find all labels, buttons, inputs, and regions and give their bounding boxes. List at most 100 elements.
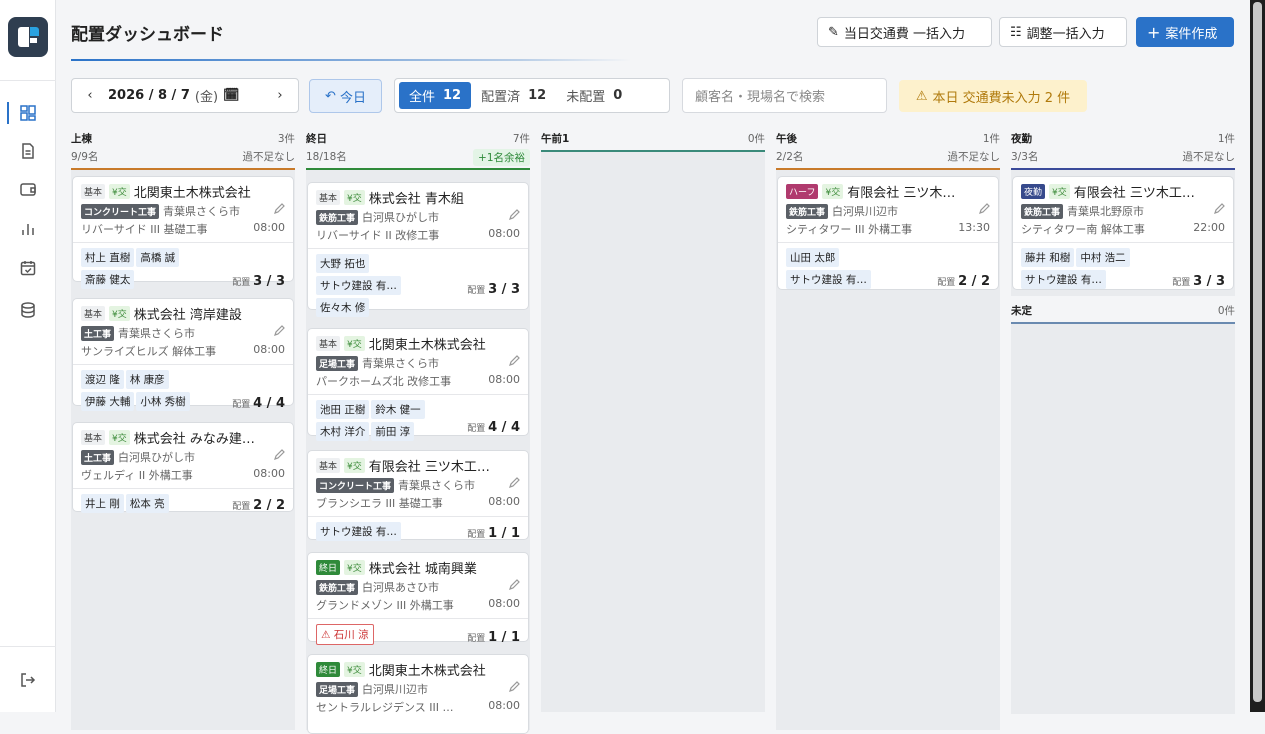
edit-icon[interactable] — [508, 681, 520, 693]
bar-chart-icon[interactable] — [0, 214, 56, 244]
column-body: 基本 ¥交 北関東土木株式会社 コンクリート工事 青葉県さくら市 リバーサイド III… — [71, 170, 295, 730]
worker-chip[interactable]: 池田 正樹 — [316, 400, 370, 419]
assignment-ratio: 配置 2 / 2 — [232, 498, 285, 513]
column-morning1: 午前1 0件 — [541, 130, 765, 712]
sidebar-divider — [0, 80, 56, 81]
date-picker: ‹ 2026 / 8 / 7 (金) 🗓 › — [71, 78, 299, 113]
worker-chip[interactable]: 木村 洋介 — [316, 422, 370, 441]
assignment-ratio: 配置 4 / 4 — [467, 420, 520, 435]
column-body: 夜勤 ¥交 有限会社 三ツ木工… 鉄筋工事 青葉県北野原市 シティタワー南 解体工事 2… — [1011, 170, 1235, 296]
worker-chip[interactable]: 藤井 和樹 — [1021, 248, 1075, 267]
logout-icon[interactable] — [0, 665, 56, 695]
column-afternoon: 午後 1件 2/2名 過不足なし ハーフ ¥交 有限会社 三ツ木… 鉄筋工事 白河県川辺市… — [776, 130, 1000, 730]
sidebar — [0, 0, 56, 712]
assignment-card[interactable]: 基本 ¥交 株式会社 湾岸建設 土工事 青葉県さくら市 サンライズヒルズ 解体工事 08… — [72, 298, 294, 411]
database-icon[interactable] — [0, 295, 56, 325]
worker-chip[interactable]: 村上 直樹 — [81, 248, 135, 267]
worker-chip[interactable]: 高橋 誠 — [136, 248, 180, 267]
worker-chip[interactable]: 大野 拓也 — [316, 254, 370, 273]
assignment-filter: 全件 12 配置済 12 未配置 0 — [394, 78, 670, 113]
column-body: ハーフ ¥交 有限会社 三ツ木… 鉄筋工事 白河県川辺市 シティタワー III 外構工… — [776, 170, 1000, 730]
worker-chip[interactable]: 井上 剛 — [81, 494, 124, 513]
assignment-card[interactable]: 終日 ¥交 北関東土木株式会社 足場工事 白河県川辺市 セントラルレジデンス III … — [307, 654, 529, 734]
assignment-card[interactable]: 基本 ¥交 株式会社 みなみ建… 土工事 白河県ひがし市 ヴェルディ II 外構工事 0… — [72, 422, 294, 513]
assignment-card[interactable]: 基本 ¥交 北関東土木株式会社 足場工事 青葉県さくら市 パークホームズ北 改修工事 0… — [307, 328, 529, 441]
prev-day-button[interactable]: ‹ — [72, 88, 108, 103]
assignment-card[interactable]: 終日 ¥交 株式会社 城南興業 鉄筋工事 白河県あさひ市 グランドメゾン III 外構… — [307, 552, 529, 645]
worker-chip[interactable]: 斎藤 健太 — [81, 270, 135, 289]
worker-chip[interactable]: 中村 浩二 — [1076, 248, 1130, 267]
sliders-icon: ☷ — [1010, 24, 1022, 40]
warning-icon: ⚠ — [915, 88, 928, 104]
scrollbar-thumb[interactable] — [1253, 2, 1262, 702]
worker-chip[interactable]: 林 康彦 — [125, 370, 169, 389]
create-project-button[interactable]: + 案件作成 — [1136, 17, 1234, 47]
column-header: 午後 1件 2/2名 過不足なし — [776, 130, 1000, 170]
edit-icon[interactable] — [508, 209, 520, 221]
calendar-check-icon[interactable] — [0, 253, 56, 283]
date-display[interactable]: 2026 / 8 / 7 (金) 🗓 — [108, 86, 262, 105]
worker-chip[interactable]: 鈴木 健一 — [371, 400, 425, 419]
assignment-ratio: 配置 3 / 3 — [1172, 274, 1225, 289]
app-logo[interactable] — [8, 17, 48, 57]
column-body: 基本 ¥交 株式会社 青木組 鉄筋工事 白河県ひがし市 リバーサイド II 改修工事 0… — [306, 170, 530, 734]
calendar-icon[interactable]: 🗓 — [223, 88, 240, 103]
column-undecided: 未定 0件 — [1011, 302, 1235, 714]
filter-all[interactable]: 全件 12 — [399, 82, 472, 109]
column-joto: 上棟 3件 9/9名 過不足なし 基本 ¥交 北関東土木株式会社 コンクリート工事 青葉県… — [71, 130, 295, 730]
main-area: 配置ダッシュボード ✎ 当日交通費 一括入力 ☷ 調整一括入力 + 案件作成 ‹ 20… — [56, 0, 1250, 734]
edit-icon[interactable] — [508, 477, 520, 489]
pencil-icon: ✎ — [828, 24, 839, 40]
assignment-card[interactable]: 基本 ¥交 北関東土木株式会社 コンクリート工事 青葉県さくら市 リバーサイド III… — [72, 176, 294, 289]
filter-assigned[interactable]: 配置済 12 — [471, 82, 556, 109]
assignment-card[interactable]: ハーフ ¥交 有限会社 三ツ木… 鉄筋工事 白河県川辺市 シティタワー III 外構工… — [777, 176, 999, 290]
next-day-button[interactable]: › — [262, 88, 298, 103]
edit-icon[interactable] — [978, 203, 990, 215]
edit-icon[interactable] — [273, 203, 285, 215]
dashboard-icon[interactable] — [0, 98, 56, 128]
edit-icon[interactable] — [273, 449, 285, 461]
worker-chip[interactable]: 小林 秀樹 — [136, 392, 190, 411]
worker-chip[interactable]: 前田 淳 — [371, 422, 415, 441]
title-underline — [71, 59, 631, 61]
transport-warning-badge[interactable]: ⚠ 本日 交通費未入力 2 件 — [899, 80, 1087, 112]
worker-chip[interactable]: サトウ建設 有… — [1021, 270, 1106, 289]
column-allday: 終日 7件 18/18名 +1名余裕 基本 ¥交 株式会社 青木組 鉄筋工事 白河県ひがし… — [306, 130, 530, 734]
worker-chip[interactable]: サトウ建設 有… — [316, 522, 401, 541]
worker-chip[interactable]: 伊藤 大輔 — [81, 392, 135, 411]
scrollbar[interactable] — [1250, 0, 1265, 712]
search-input[interactable]: 顧客名・現場名で検索 — [682, 78, 887, 113]
worker-chip[interactable]: 山田 太郎 — [786, 248, 840, 267]
assignment-ratio: 配置 3 / 3 — [467, 282, 520, 297]
assignment-card[interactable]: 夜勤 ¥交 有限会社 三ツ木工… 鉄筋工事 青葉県北野原市 シティタワー南 解体工事 2… — [1012, 176, 1234, 290]
worker-chip[interactable]: 佐々木 修 — [316, 298, 370, 317]
assignment-ratio: 配置 1 / 1 — [467, 630, 520, 645]
assignment-ratio: 配置 3 / 3 — [232, 274, 285, 289]
undo-icon: ↶ — [325, 88, 336, 104]
assignment-ratio: 配置 4 / 4 — [232, 396, 285, 411]
wallet-icon[interactable] — [0, 174, 56, 204]
today-button[interactable]: ↶ 今日 — [309, 79, 382, 113]
worker-chip[interactable]: サトウ建設 有… — [786, 270, 871, 289]
worker-chip-warning[interactable]: ⚠ 石川 涼 — [316, 624, 374, 645]
adjust-bulk-button[interactable]: ☷ 調整一括入力 — [999, 17, 1127, 47]
assignment-card[interactable]: 基本 ¥交 有限会社 三ツ木工… コンクリート工事 青葉県さくら市 ブランシエラ II… — [307, 450, 529, 541]
column-body — [541, 152, 765, 712]
column-night: 夜勤 1件 3/3名 過不足なし 夜勤 ¥交 有限会社 三ツ木工… 鉄筋工事 青葉県北野原… — [1011, 130, 1235, 714]
page-title: 配置ダッシュボード — [71, 25, 224, 45]
document-icon[interactable] — [0, 136, 56, 166]
edit-icon[interactable] — [508, 579, 520, 591]
column-body — [1011, 324, 1235, 714]
assignment-card[interactable]: 基本 ¥交 株式会社 青木組 鉄筋工事 白河県ひがし市 リバーサイド II 改修工事 0… — [307, 182, 529, 317]
worker-chip[interactable]: 松本 亮 — [125, 494, 169, 513]
transport-bulk-button[interactable]: ✎ 当日交通費 一括入力 — [817, 17, 992, 47]
edit-icon[interactable] — [508, 355, 520, 367]
edit-icon[interactable] — [273, 325, 285, 337]
edit-icon[interactable] — [1213, 203, 1225, 215]
column-header: 午前1 0件 — [541, 130, 765, 152]
column-header: 夜勤 1件 3/3名 過不足なし — [1011, 130, 1235, 170]
worker-chip[interactable]: サトウ建設 有… — [316, 276, 401, 295]
worker-chip[interactable]: 渡辺 隆 — [81, 370, 124, 389]
assignment-ratio: 配置 1 / 1 — [467, 526, 520, 541]
filter-unassigned[interactable]: 未配置 0 — [556, 82, 632, 109]
